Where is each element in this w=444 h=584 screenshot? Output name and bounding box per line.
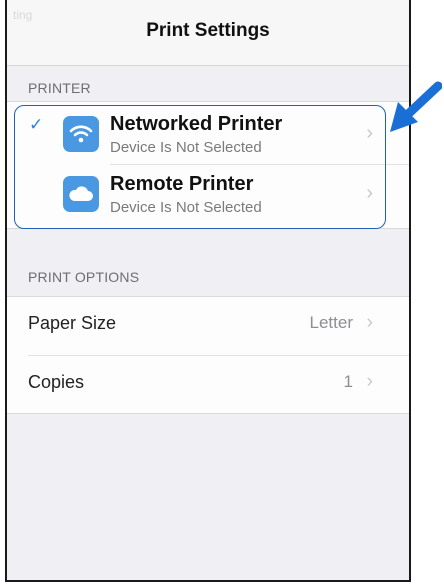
copies-value: 1 bbox=[343, 372, 353, 391]
copies-row[interactable]: Copies 1 › bbox=[7, 356, 409, 414]
phone-screen: ting Print Settings PRINTER ✓ Networked … bbox=[5, 0, 411, 582]
print-options-list: Paper Size Letter › Copies 1 › bbox=[7, 296, 409, 414]
printer-section-header: PRINTER bbox=[28, 80, 91, 96]
page-title: Print Settings bbox=[146, 20, 270, 41]
print-options-section-header: PRINT OPTIONS bbox=[28, 269, 140, 285]
paper-size-value: Letter bbox=[309, 313, 353, 332]
paper-size-row[interactable]: Paper Size Letter › bbox=[7, 297, 409, 355]
printer-highlight-callout bbox=[14, 105, 386, 229]
chevron-right-icon: › bbox=[366, 371, 373, 392]
paper-size-label: Paper Size bbox=[28, 313, 117, 333]
chevron-right-icon: › bbox=[366, 312, 373, 333]
navigation-bar: ting Print Settings bbox=[7, 0, 409, 66]
callout-arrow-icon bbox=[390, 81, 442, 132]
copies-label: Copies bbox=[28, 372, 85, 392]
